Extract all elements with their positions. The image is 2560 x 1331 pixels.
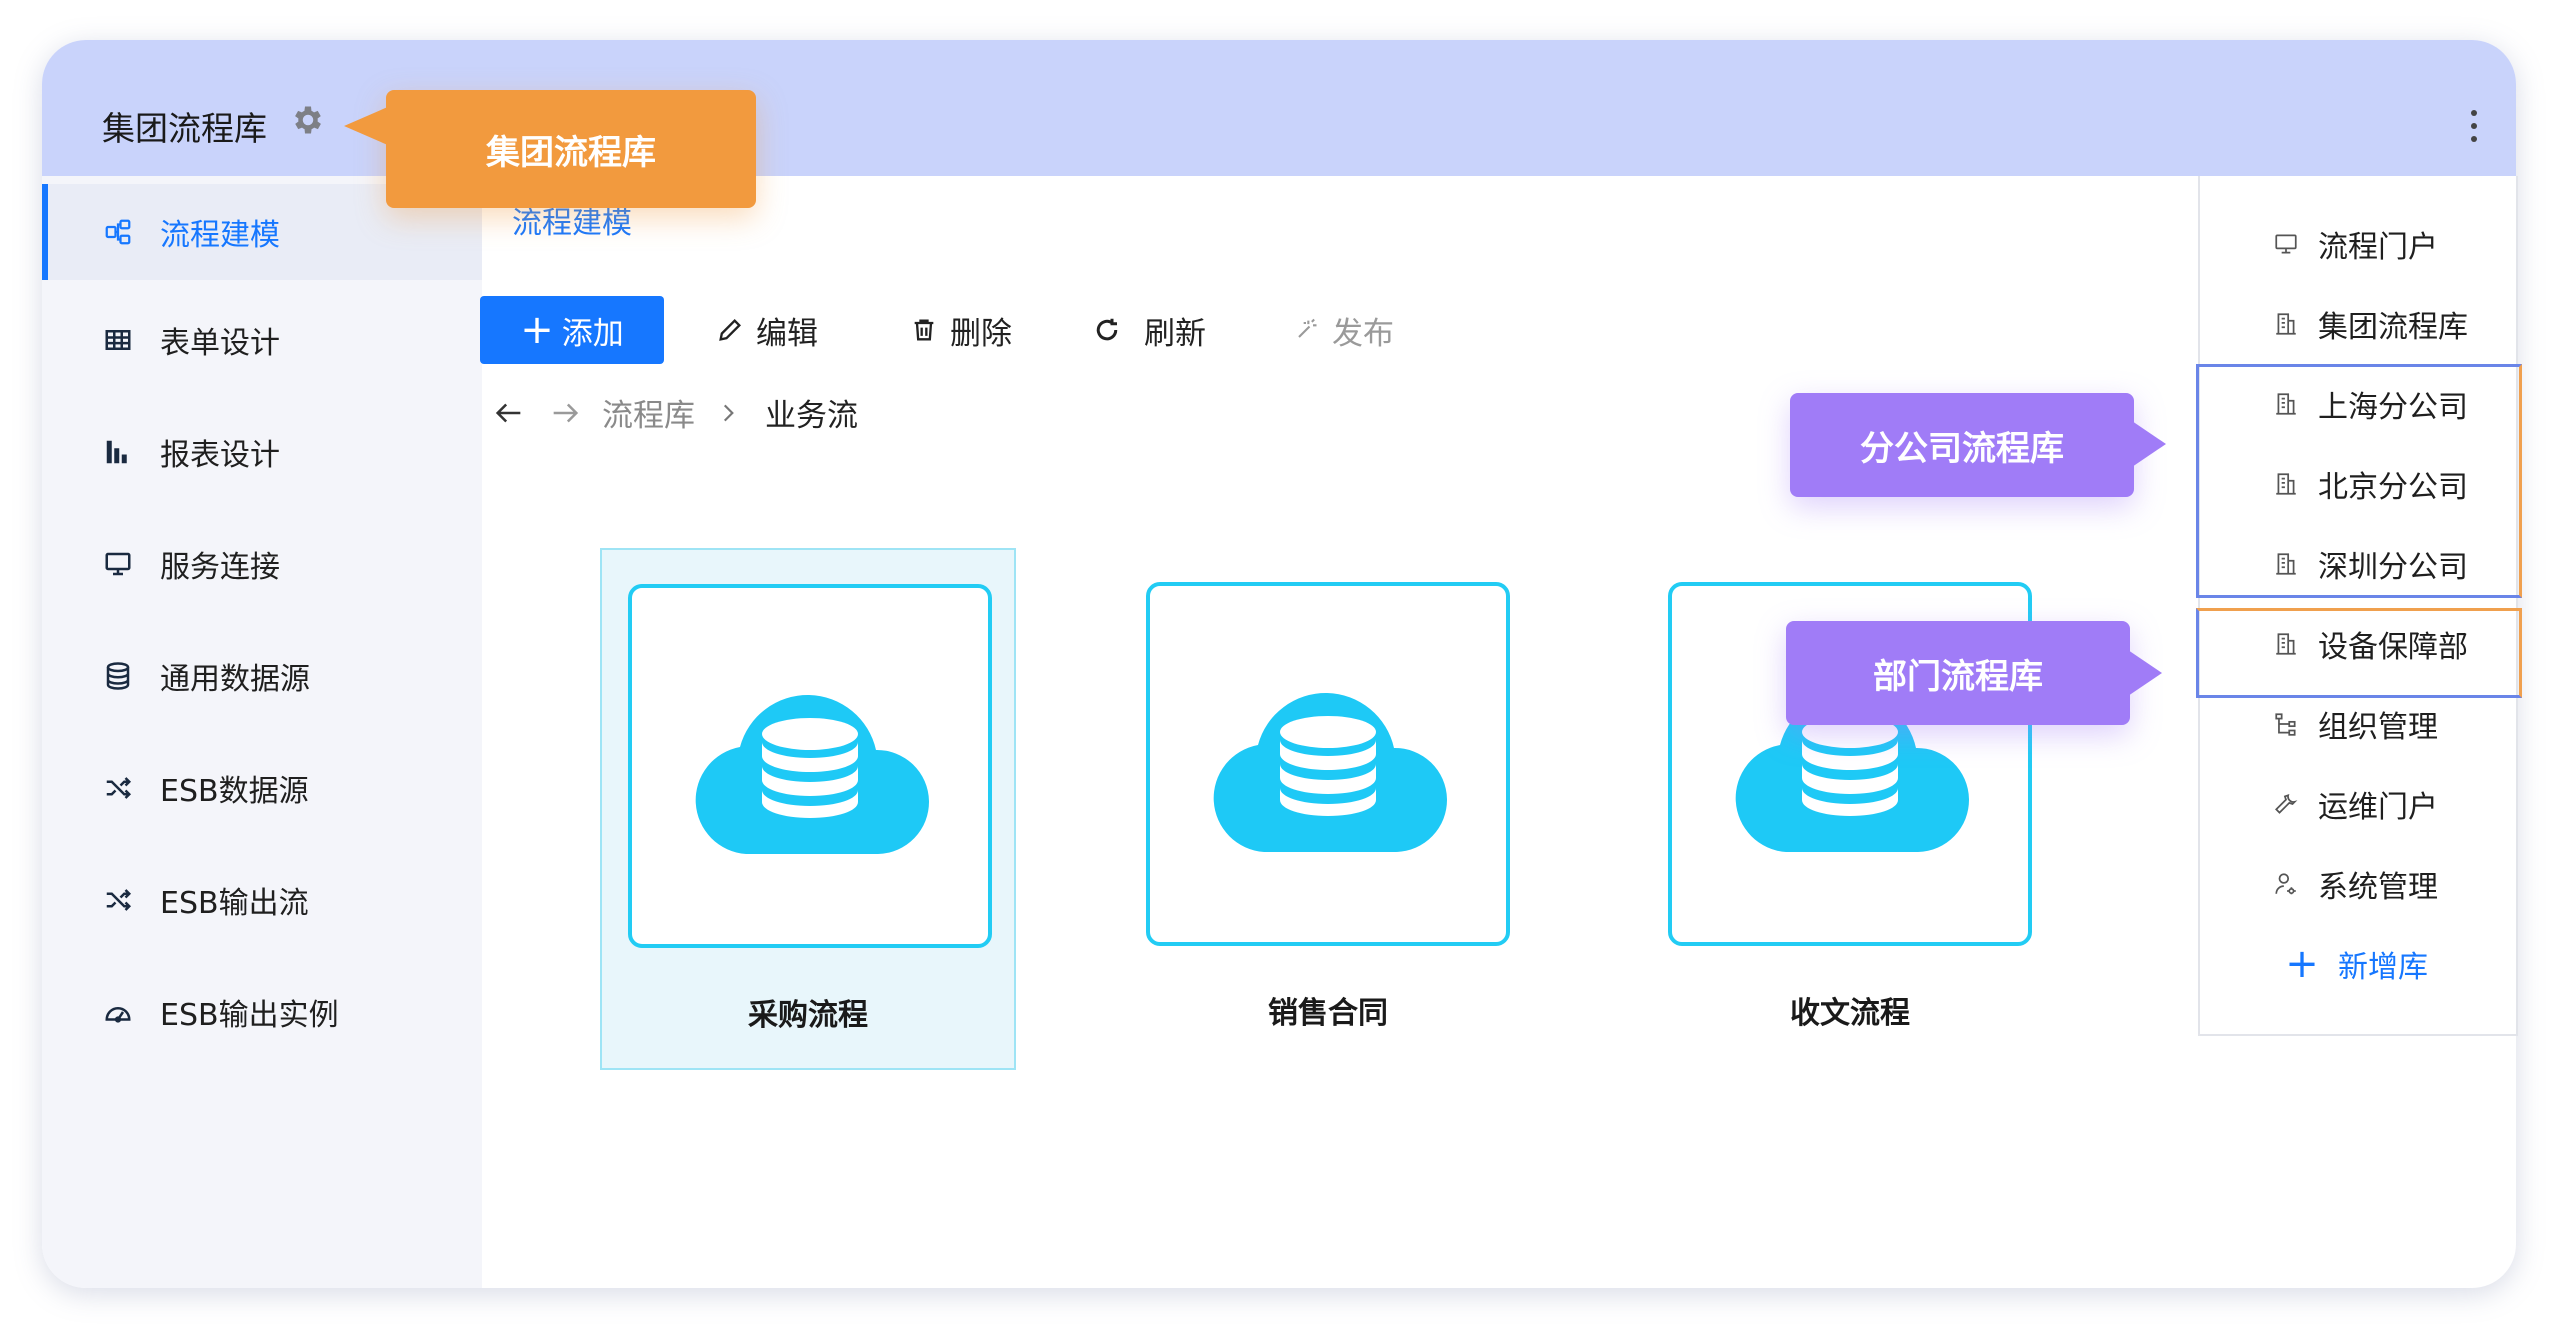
sidebar-item-label: ESB输出流: [160, 886, 309, 921]
publish-button-label: 发布: [1332, 315, 1394, 352]
pencil-icon: [719, 319, 741, 341]
card-label: 采购流程: [748, 998, 868, 1033]
refresh-icon: [1096, 318, 1118, 341]
database-icon: [100, 658, 136, 694]
arrow-right-icon[interactable]: [548, 396, 582, 430]
callout-pointer: [2128, 650, 2162, 696]
card-thumbnail: [1146, 582, 1510, 946]
plus-icon: +: [520, 307, 554, 353]
table-icon: [100, 322, 136, 358]
sidebar-item-report-design[interactable]: 报表设计: [42, 404, 482, 500]
menu-item-system-management[interactable]: 系统管理: [2200, 844, 2518, 924]
card-thumbnail: [628, 584, 992, 948]
process-card[interactable]: 采购流程: [600, 548, 1016, 1070]
library-menu: 流程门户 集团流程库 上海分公司 北京分公司 深圳分公司 设备保障部 组织管理 …: [2198, 176, 2518, 1036]
callout-pointer: [2132, 421, 2166, 467]
sidebar-item-label: 流程建模: [160, 218, 280, 253]
refresh-button[interactable]: 刷新: [1092, 308, 1206, 353]
sidebar-item-common-datasource[interactable]: 通用数据源: [42, 628, 482, 724]
card-label: 销售合同: [1268, 996, 1388, 1031]
sidebar-item-label: ESB输出实例: [160, 998, 339, 1033]
cloud-database-icon: [695, 695, 929, 854]
publish-button[interactable]: 发布: [1292, 308, 1394, 353]
more-vertical-icon[interactable]: [2468, 110, 2480, 150]
sidebar-item-label: 通用数据源: [160, 662, 310, 697]
toolbar: + 添加 编辑 删除 刷新 发布: [480, 296, 1394, 364]
edit-button[interactable]: 编辑: [716, 308, 818, 353]
edit-button-label: 编辑: [756, 315, 818, 352]
chevron-right-icon: [723, 404, 734, 421]
menu-item-label: 运维门户: [2318, 790, 2438, 825]
sidebar-item-label: 表单设计: [160, 326, 280, 361]
delete-button[interactable]: 删除: [910, 308, 1012, 353]
branch-highlight-box: [2196, 364, 2522, 598]
callout-label: 集团流程库: [486, 132, 656, 173]
add-library-button[interactable]: + 新增库: [2200, 924, 2518, 1004]
menu-item-label: 集团流程库: [2318, 310, 2468, 345]
wrench-icon: [2270, 788, 2302, 820]
gear-icon[interactable]: [290, 102, 326, 138]
group-library-callout: 集团流程库: [386, 90, 756, 208]
sidebar-item-label: ESB数据源: [160, 774, 309, 809]
breadcrumb-root[interactable]: 流程库: [602, 390, 695, 435]
sidebar: 流程建模 表单设计 报表设计 服务连接 通用数据源 ESB数据源 ESB输出流 …: [42, 176, 482, 1288]
monitor-icon: [100, 546, 136, 582]
department-highlight-box: [2196, 608, 2522, 698]
delete-button-label: 删除: [950, 315, 1012, 352]
callout-label: 分公司流程库: [1860, 428, 2064, 469]
org-tree-icon: [2270, 708, 2302, 740]
callout-label: 部门流程库: [1873, 656, 2043, 697]
branch-library-callout: 分公司流程库: [1790, 393, 2134, 497]
add-library-label: 新增库: [2338, 950, 2428, 985]
process-card[interactable]: 销售合同: [1120, 548, 1536, 1070]
trash-icon: [914, 319, 934, 341]
menu-item-ops-portal[interactable]: 运维门户: [2200, 764, 2518, 844]
callout-pointer: [344, 106, 390, 146]
sidebar-item-service-connect[interactable]: 服务连接: [42, 516, 482, 612]
sidebar-item-form-design[interactable]: 表单设计: [42, 292, 482, 388]
sidebar-item-label: 报表设计: [160, 438, 280, 473]
menu-item-group-library[interactable]: 集团流程库: [2200, 284, 2518, 364]
breadcrumb: 流程库 业务流: [492, 390, 858, 435]
add-button-label: 添加: [561, 315, 624, 352]
cloud-database-icon: [1213, 693, 1447, 852]
bar-chart-icon: [100, 434, 136, 470]
sidebar-item-esb-datasource[interactable]: ESB数据源: [42, 740, 482, 836]
menu-item-label: 组织管理: [2318, 710, 2438, 745]
flow-model-icon: [100, 214, 136, 250]
arrow-left-icon[interactable]: [492, 396, 526, 430]
department-library-callout: 部门流程库: [1786, 621, 2130, 725]
menu-item-flow-portal[interactable]: 流程门户: [2200, 204, 2518, 284]
shuffle-icon: [100, 882, 136, 918]
building-icon: [2270, 308, 2302, 340]
card-label: 收文流程: [1790, 996, 1910, 1031]
sidebar-item-label: 服务连接: [160, 550, 280, 585]
add-button[interactable]: + 添加: [480, 296, 664, 364]
library-title[interactable]: 集团流程库: [102, 102, 267, 150]
menu-item-label: 系统管理: [2318, 870, 2438, 905]
user-settings-icon: [2270, 868, 2302, 900]
monitor-icon: [2270, 228, 2302, 260]
refresh-button-label: 刷新: [1144, 315, 1206, 352]
breadcrumb-current: 业务流: [765, 398, 858, 434]
plus-icon: +: [2285, 941, 2319, 987]
shuffle-icon: [100, 770, 136, 806]
sidebar-item-esb-output-flow[interactable]: ESB输出流: [42, 852, 482, 948]
dashboard-icon: [100, 994, 136, 1030]
sidebar-item-esb-output-instance[interactable]: ESB输出实例: [42, 964, 482, 1060]
magic-wand-icon: [1298, 318, 1317, 338]
menu-item-label: 流程门户: [2318, 230, 2438, 265]
